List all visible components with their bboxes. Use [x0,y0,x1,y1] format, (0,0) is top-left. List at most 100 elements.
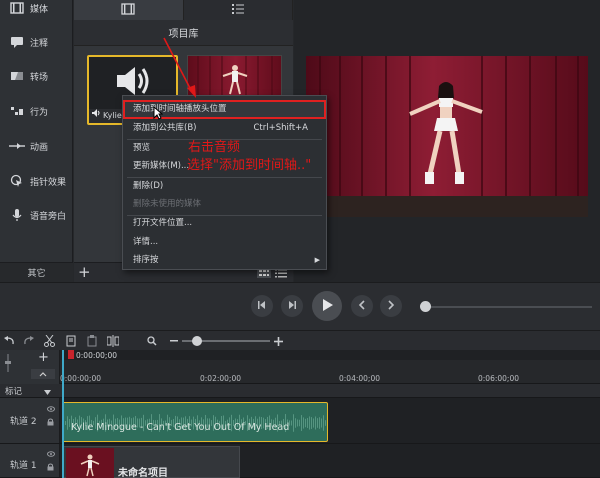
sidebar-item-label: 媒体 [30,4,49,15]
next-frame-button[interactable] [281,295,303,317]
menu-item-label: 删除(D) [133,181,164,191]
sidebar-item-label: 行为 [30,107,49,118]
add-track-button[interactable]: + [38,350,49,365]
menu-item-label: 预览 [133,143,151,153]
audio-clip[interactable]: Kylie Minogue - Can't Get You Out Of My … [62,402,328,442]
menu-item-label: 排序按 [133,255,159,265]
magnet-icon[interactable] [4,354,12,375]
transition-icon [6,69,28,83]
playhead-time: 0:00:00;00 [76,351,117,360]
paste-icon[interactable] [85,334,99,348]
next-clip-button[interactable] [380,295,402,317]
time-ruler[interactable] [60,360,600,384]
other-label: 其它 [27,269,46,279]
zoom-search-icon[interactable] [145,334,159,348]
lock-icon[interactable] [47,463,54,474]
sidebar-item-animations[interactable]: 动画 [0,133,73,159]
zoom-out-icon[interactable] [167,334,181,348]
undo-icon[interactable] [2,334,16,348]
previous-frame-button[interactable] [251,295,273,317]
menu-item-label: 添加到时间轴播放头位置 [133,104,227,114]
markers-label: 标记 [5,387,23,397]
sidebar-item-cursor-effects[interactable]: 指针效果 [0,168,73,194]
list-icon [231,3,245,18]
play-button[interactable] [312,291,342,321]
add-media-button[interactable]: + [78,264,91,280]
menu-item-label: 添加到公共库(B) [133,123,197,133]
cursor-effect-icon [6,174,28,188]
play-icon [320,298,334,315]
lock-icon[interactable] [47,418,54,429]
scrubber-knob[interactable] [420,301,431,312]
canvas-preview [294,0,600,282]
camtasia-editor: 媒体 注释 转场 行为 动画 指针效果 语音旁白 其它 项目库 Kylie + … [0,0,600,478]
other-tools-button[interactable]: 其它 [0,262,73,282]
menu-item-sort-by[interactable]: 排序按 ▶ [123,251,326,270]
mouse-cursor-icon [153,105,164,123]
dancer-preview-image [306,56,588,217]
menu-item-shortcut: Ctrl+Shift+A [253,123,308,133]
cut-icon[interactable] [42,334,56,348]
track-2-label: 轨道 2 [10,417,37,427]
split-icon[interactable] [106,334,120,348]
sidebar-item-label: 语音旁白 [30,211,67,222]
tab-media-bin[interactable] [74,0,184,20]
copy-icon[interactable] [64,334,78,348]
ruler-tick-label: 0:02:00;00 [200,374,241,383]
sidebar-item-label: 动画 [30,142,49,153]
film-icon [6,1,28,15]
previous-clip-button[interactable] [351,295,373,317]
annotation-arrow [163,37,196,98]
scrubber-track[interactable] [422,306,592,308]
step-back-icon [257,300,267,313]
timeline-playhead[interactable] [62,350,64,478]
video-preview-frame[interactable] [306,56,588,217]
video-clip-thumbnail [66,448,114,478]
step-forward-icon [287,300,297,313]
sidebar-item-label: 注释 [30,38,49,49]
tab-library[interactable] [183,0,293,20]
zoom-slider-knob[interactable] [192,336,202,346]
playhead-marker[interactable] [68,350,74,359]
sidebar-item-behaviors[interactable]: 行为 [0,98,73,124]
sidebar-item-label: 转场 [30,72,49,83]
small-speaker-icon [92,109,101,120]
sidebar-item-voice-narration[interactable]: 语音旁白 [0,202,73,228]
collapse-tracks-button[interactable] [31,369,55,379]
callout-icon [6,35,28,49]
redo-icon[interactable] [21,334,35,348]
ruler-tick-label: 0:00:00;00 [60,374,101,383]
video-clip[interactable]: 未命名项目 [62,446,240,478]
ruler-tick-label: 0:06:00;00 [478,374,519,383]
tools-sidebar: 媒体 注释 转场 行为 动画 指针效果 语音旁白 其它 [0,0,73,282]
audio-clip-name: Kylie Minogue - Can't Get You Out Of My … [71,422,290,433]
zoom-in-icon[interactable] [271,334,285,348]
menu-item-label: 更新媒体(M)... [133,161,190,171]
track-1-label: 轨道 1 [10,461,37,471]
eye-icon[interactable] [47,450,55,460]
chevron-right-icon [387,299,395,313]
sidebar-item-transitions[interactable]: 转场 [0,63,73,89]
menu-item-label: 删除未使用的媒体 [133,199,202,209]
menu-item-open-file-location[interactable]: 打开文件位置... [123,214,326,233]
chevron-up-icon [39,371,47,376]
menu-item-details[interactable]: 详情... [123,233,326,252]
ruler-tick-label: 0:04:00;00 [339,374,380,383]
annotation-choose-add: 选择"添加到时间轴.." [187,158,312,173]
sidebar-item-callouts[interactable]: 注释 [0,29,73,55]
markers-row: 标记 [0,384,600,398]
menu-item-delete[interactable]: 删除(D) [123,177,326,196]
film-icon [121,2,135,18]
chevron-down-icon[interactable] [44,388,51,398]
menu-item-delete-unused-media: 删除未使用的媒体 [123,195,326,214]
menu-item-label: 打开文件位置... [133,218,193,228]
bin-tabs [74,0,293,20]
sidebar-item-media[interactable]: 媒体 [0,0,73,21]
annotation-right-click: 右击音频 [188,140,241,155]
behavior-icon [6,104,28,118]
eye-icon[interactable] [47,405,55,415]
animation-icon [6,139,28,153]
menu-item-label: 详情... [133,237,159,247]
timeline-toolbar [0,330,600,350]
submenu-arrow-icon: ▶ [314,256,320,264]
